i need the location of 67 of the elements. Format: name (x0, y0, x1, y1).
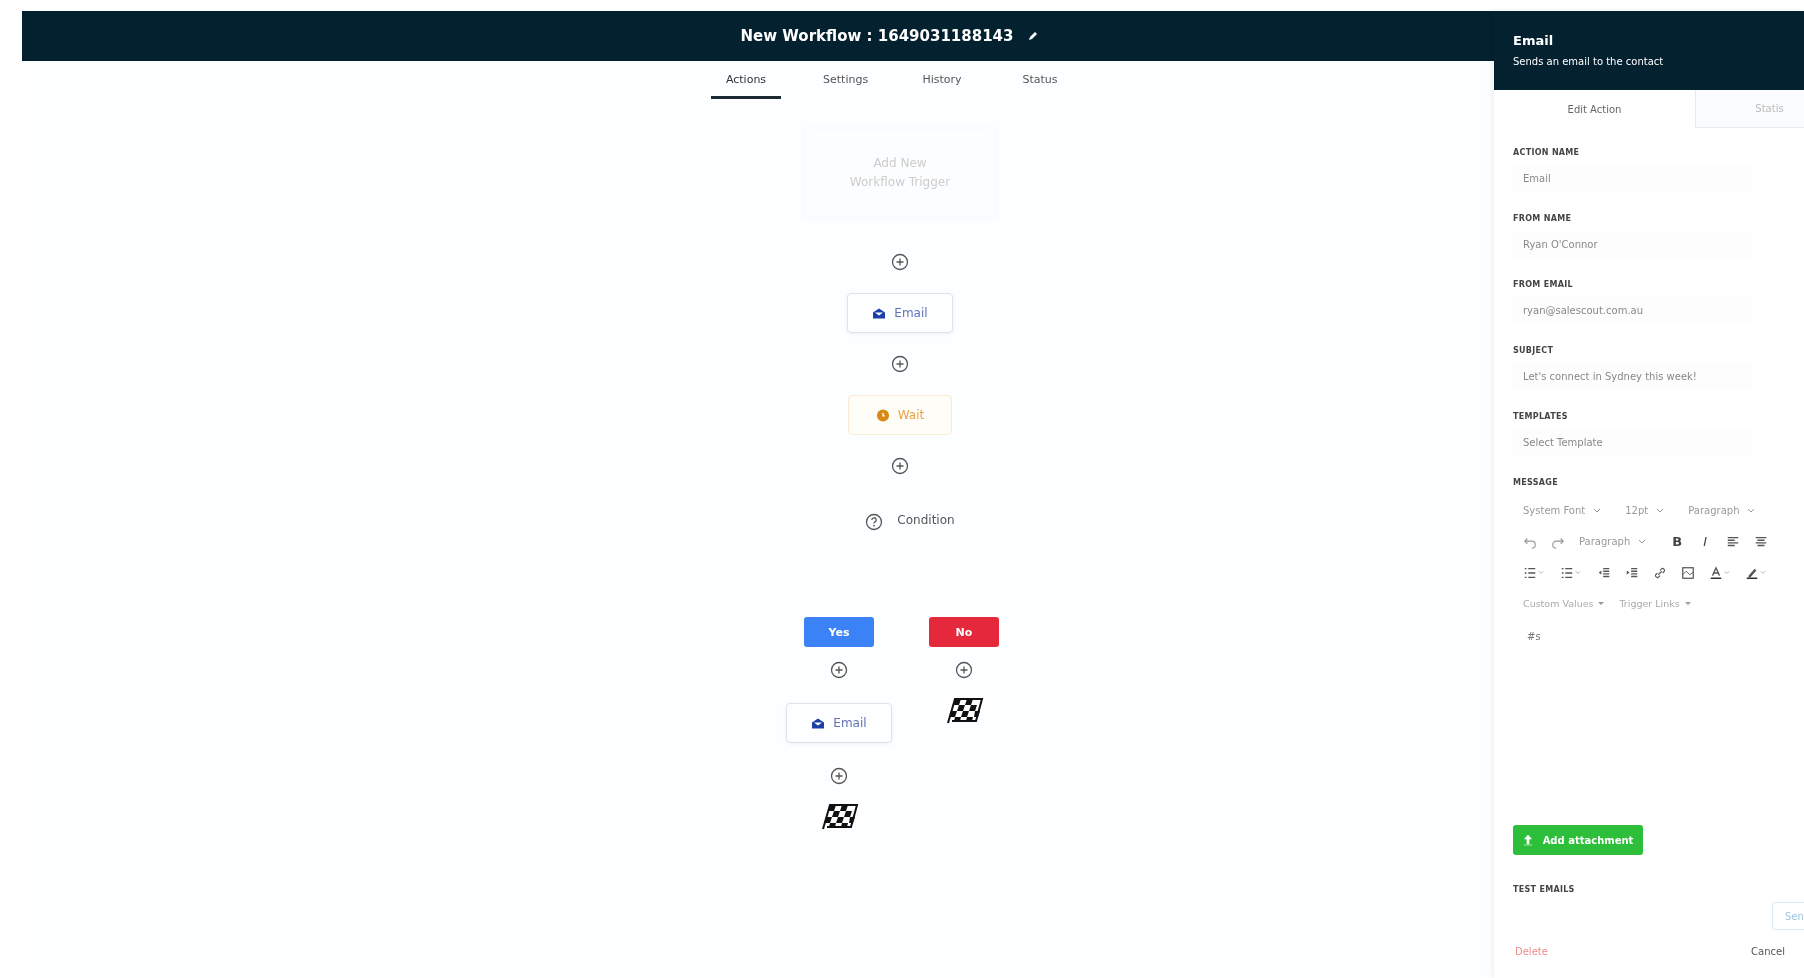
tab[interactable]: Actions (711, 61, 781, 99)
branch-button[interactable]: No (929, 617, 999, 647)
node-label: Email (894, 306, 928, 320)
dropdown[interactable]: Paragraph (1688, 505, 1756, 516)
envelope-icon (811, 716, 826, 730)
chevron-down-icon (1656, 508, 1665, 513)
align-center-icon[interactable] (1754, 534, 1769, 549)
tab[interactable]: History (907, 61, 977, 99)
tab[interactable]: Settings (809, 61, 879, 99)
format-button[interactable]: B (1670, 534, 1685, 549)
add-step-icon[interactable] (891, 457, 909, 475)
add-step-icon[interactable] (891, 355, 909, 373)
chevron-down-icon (1638, 539, 1647, 544)
field-label: SUBJECT (1513, 346, 1555, 355)
align-left-icon[interactable] (1726, 534, 1741, 549)
numbers-icon[interactable] (1559, 565, 1583, 580)
panel-tab[interactable]: Statis (1695, 90, 1804, 128)
upload-icon (1522, 834, 1533, 846)
message-body[interactable]: #s (1513, 619, 1804, 825)
condition-label[interactable]: Condition (897, 513, 955, 527)
dropdown[interactable]: Paragraph (1579, 536, 1647, 547)
add-step-icon[interactable] (891, 253, 909, 271)
dropdown[interactable]: 12pt (1625, 505, 1665, 516)
branch-button[interactable]: Yes (804, 617, 874, 647)
email-action-node[interactable]: Email (847, 293, 953, 333)
add-step-icon[interactable] (830, 661, 848, 679)
email-action-node[interactable]: Email (786, 703, 892, 743)
indent-icon[interactable] (1624, 565, 1639, 580)
field-label: FROM EMAIL (1513, 280, 1574, 289)
pencil-icon[interactable] (1027, 30, 1040, 42)
send-button[interactable]: Sen (1772, 902, 1804, 930)
link-icon[interactable] (1652, 565, 1667, 580)
panel-tab[interactable]: Edit Action (1494, 90, 1695, 128)
dropdown-menu[interactable]: Trigger Links (1619, 598, 1692, 609)
field-label: FROM NAME (1513, 214, 1573, 223)
field-label: MESSAGE (1513, 478, 1559, 487)
cancel-button[interactable]: Cancel (1751, 946, 1785, 957)
dropdown-menu[interactable]: Custom Values (1523, 598, 1606, 609)
image-icon[interactable] (1680, 565, 1695, 580)
chevron-down-icon (1747, 508, 1756, 513)
caret-icon (1683, 601, 1692, 606)
add-attachment-button[interactable]: Add attachment (1513, 825, 1643, 855)
node-label: Wait (897, 408, 925, 422)
add-step-icon[interactable] (955, 661, 973, 679)
text-color-icon[interactable] (1708, 565, 1732, 580)
checkered-flag-icon (944, 695, 984, 725)
format-button[interactable]: I (1698, 534, 1713, 549)
panel-subtitle: Sends an email to the contact (1513, 56, 1665, 67)
outdent-icon[interactable] (1596, 565, 1611, 580)
envelope-icon (872, 306, 887, 320)
panel-title: Email (1513, 33, 1555, 48)
chevron-down-icon (1593, 508, 1602, 513)
bullets-icon[interactable] (1523, 565, 1546, 580)
question-icon (865, 513, 884, 531)
dropdown[interactable]: System Font (1523, 505, 1602, 516)
field-label: ACTION NAME (1513, 148, 1581, 157)
wait-action-node[interactable]: Wait (848, 395, 952, 435)
add-step-icon[interactable] (830, 767, 848, 785)
workflow-title: New Workflow : 1649031188143 (740, 27, 1014, 45)
field-label: TEMPLATES (1513, 412, 1569, 421)
field-label: TEST EMAILS (1513, 885, 1576, 894)
tab[interactable]: Status (1005, 61, 1075, 99)
delete-link[interactable]: Delete (1515, 946, 1548, 957)
checkered-flag-icon (819, 801, 859, 831)
caret-icon (1597, 601, 1606, 606)
node-label: Email (833, 716, 867, 730)
clock-icon (875, 408, 890, 422)
